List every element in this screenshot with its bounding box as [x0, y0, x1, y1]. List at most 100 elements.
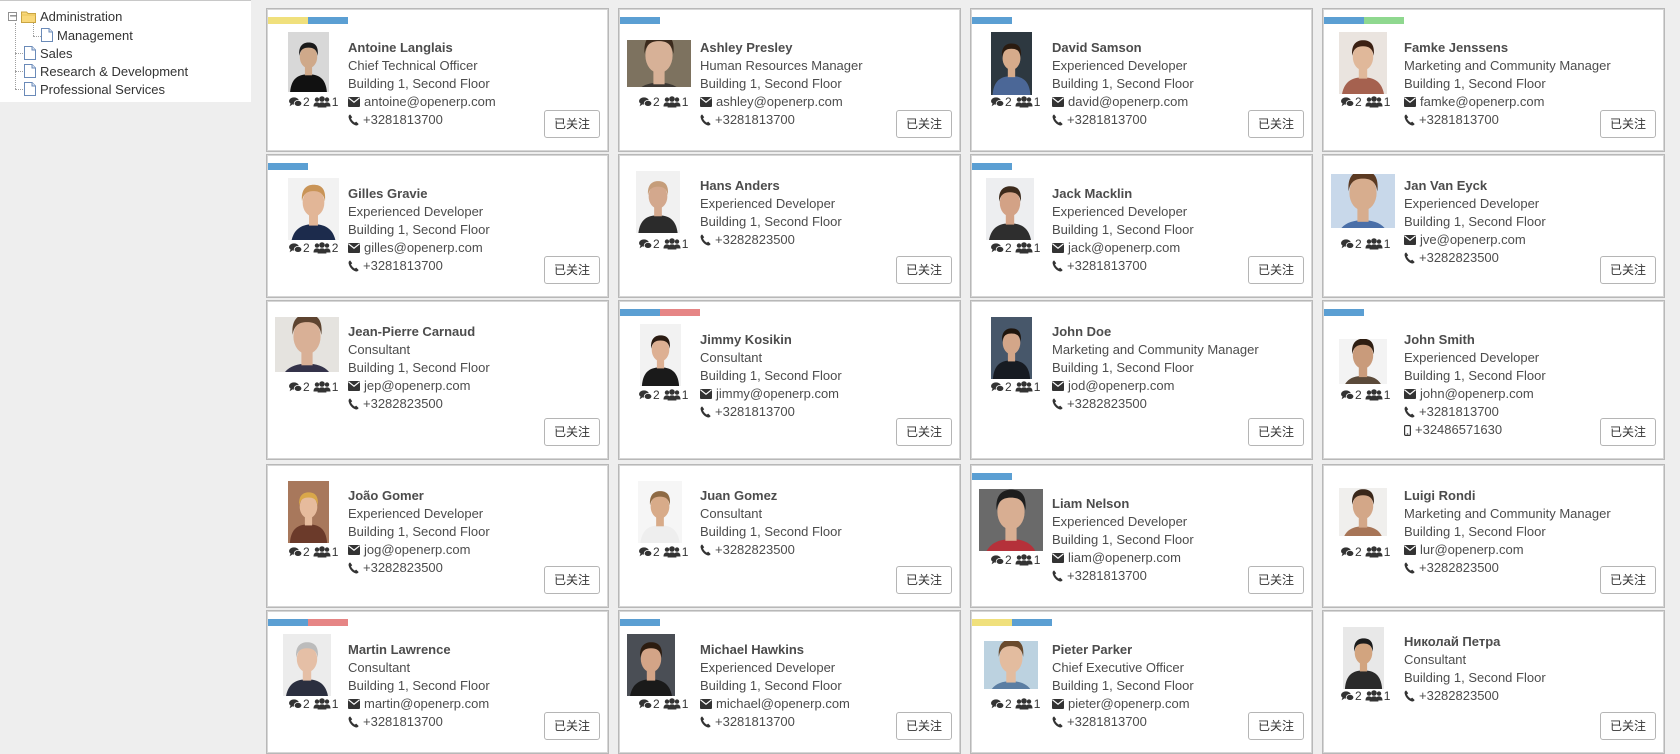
employee-card[interactable]: 2 1 Michael Hawkins Experienced Developer Bu…: [618, 610, 961, 754]
employee-card[interactable]: 2 1 Jan Van Eyck Experienced Developer Build…: [1322, 154, 1665, 298]
employee-card[interactable]: 2 1 Hans Anders Experienced Developer Buildi…: [618, 154, 961, 298]
employee-name[interactable]: Antoine Langlais: [348, 39, 496, 57]
employee-photo[interactable]: [288, 481, 329, 543]
follow-button[interactable]: 已关注: [896, 256, 952, 284]
category-tag-blue[interactable]: [620, 309, 660, 316]
employee-card[interactable]: 2 1 Liam Nelson Experienced Developer Buildi…: [970, 464, 1313, 608]
employee-photo[interactable]: [640, 324, 681, 386]
employee-name[interactable]: Jack Macklin: [1052, 185, 1194, 203]
follow-button[interactable]: 已关注: [1248, 256, 1304, 284]
employee-card[interactable]: 2 1 Николай Петра Consultant Building 1, Sec…: [1322, 610, 1665, 754]
follow-button[interactable]: 已关注: [544, 566, 600, 594]
follow-button[interactable]: 已关注: [1248, 712, 1304, 740]
employee-photo[interactable]: [627, 634, 675, 696]
employee-name[interactable]: Jean-Pierre Carnaud: [348, 323, 490, 341]
email-link[interactable]: jep@openerp.com: [364, 377, 470, 395]
employee-photo[interactable]: [1343, 627, 1384, 689]
employee-name[interactable]: Jimmy Kosikin: [700, 331, 842, 349]
category-tag-blue[interactable]: [1324, 309, 1364, 316]
category-tag-blue[interactable]: [620, 17, 660, 24]
employee-card[interactable]: 2 1 Jimmy Kosikin Consultant Building 1, Sec…: [618, 300, 961, 460]
follow-button[interactable]: 已关注: [544, 110, 600, 138]
employee-card[interactable]: 2 2 Gilles Gravie Experienced Developer Buil…: [266, 154, 609, 298]
employee-name[interactable]: Gilles Gravie: [348, 185, 490, 203]
email-link[interactable]: martin@openerp.com: [364, 695, 489, 713]
employee-photo[interactable]: [991, 317, 1032, 379]
email-link[interactable]: ashley@openerp.com: [716, 93, 843, 111]
follow-button[interactable]: 已关注: [544, 256, 600, 284]
employee-name[interactable]: Michael Hawkins: [700, 641, 850, 659]
employee-name[interactable]: Николай Петра: [1404, 633, 1546, 651]
employee-photo[interactable]: [636, 171, 680, 233]
follow-button[interactable]: 已关注: [544, 418, 600, 446]
employee-card[interactable]: 2 1 Jack Macklin Experienced Developer Build…: [970, 154, 1313, 298]
email-link[interactable]: pieter@openerp.com: [1068, 695, 1190, 713]
email-link[interactable]: jod@openerp.com: [1068, 377, 1174, 395]
employee-name[interactable]: Martin Lawrence: [348, 641, 490, 659]
follow-button[interactable]: 已关注: [544, 712, 600, 740]
email-link[interactable]: gilles@openerp.com: [364, 239, 483, 257]
employee-card[interactable]: 2 1 Antoine Langlais Chief Technical Office…: [266, 8, 609, 152]
category-tag-blue[interactable]: [268, 163, 308, 170]
employee-photo[interactable]: [986, 178, 1034, 240]
employee-photo[interactable]: [1339, 32, 1387, 94]
employee-photo[interactable]: [627, 40, 691, 87]
category-tag-blue[interactable]: [972, 17, 1012, 24]
employee-card[interactable]: 2 1 Luigi Rondi Marketing and Community Man…: [1322, 464, 1665, 608]
email-link[interactable]: liam@openerp.com: [1068, 549, 1181, 567]
follow-button[interactable]: 已关注: [1248, 418, 1304, 446]
tree-node-professional-services[interactable]: Professional Services: [24, 80, 165, 98]
employee-name[interactable]: Jan Van Eyck: [1404, 177, 1546, 195]
email-link[interactable]: lur@openerp.com: [1420, 541, 1524, 559]
follow-button[interactable]: 已关注: [896, 110, 952, 138]
category-tag-red[interactable]: [308, 619, 348, 626]
follow-button[interactable]: 已关注: [896, 712, 952, 740]
employee-photo[interactable]: [283, 634, 331, 696]
employee-photo[interactable]: [991, 32, 1032, 95]
category-tag-blue[interactable]: [1324, 17, 1364, 24]
employee-name[interactable]: David Samson: [1052, 39, 1194, 57]
category-tag-green[interactable]: [1364, 17, 1404, 24]
employee-card[interactable]: 2 1 Ashley Presley Human Resources Manager B…: [618, 8, 961, 152]
email-link[interactable]: antoine@openerp.com: [364, 93, 496, 111]
category-tag-blue[interactable]: [620, 619, 660, 626]
email-link[interactable]: famke@openerp.com: [1420, 93, 1544, 111]
category-tag-blue[interactable]: [1012, 619, 1052, 626]
email-link[interactable]: jimmy@openerp.com: [716, 385, 839, 403]
tree-node-management[interactable]: Management: [41, 26, 133, 44]
employee-card[interactable]: 2 1 Martin Lawrence Consultant Building 1, S…: [266, 610, 609, 754]
follow-button[interactable]: 已关注: [1600, 566, 1656, 594]
tree-node-sales[interactable]: Sales: [24, 44, 73, 62]
employee-name[interactable]: John Smith: [1404, 331, 1546, 349]
employee-card[interactable]: 2 1 Jean-Pierre Carnaud Consultant Building …: [266, 300, 609, 460]
employee-name[interactable]: John Doe: [1052, 323, 1259, 341]
employee-photo[interactable]: [288, 178, 339, 240]
employee-photo[interactable]: [638, 481, 682, 543]
employee-photo[interactable]: [984, 641, 1038, 689]
employee-card[interactable]: 2 1 Juan Gomez Consultant Building 1, Second…: [618, 464, 961, 608]
category-tag-red[interactable]: [660, 309, 700, 316]
employee-photo[interactable]: [275, 317, 339, 372]
employee-name[interactable]: Juan Gomez: [700, 487, 842, 505]
follow-button[interactable]: 已关注: [1600, 110, 1656, 138]
employee-name[interactable]: Ashley Presley: [700, 39, 863, 57]
follow-button[interactable]: 已关注: [1600, 256, 1656, 284]
employee-card[interactable]: 2 1 David Samson Experienced Developer Build…: [970, 8, 1313, 152]
follow-button[interactable]: 已关注: [1248, 110, 1304, 138]
category-tag-blue[interactable]: [268, 619, 308, 626]
collapse-toggle-icon[interactable]: −: [8, 11, 17, 21]
employee-photo[interactable]: [1331, 174, 1395, 228]
email-link[interactable]: david@openerp.com: [1068, 93, 1188, 111]
follow-button[interactable]: 已关注: [1600, 712, 1656, 740]
follow-button[interactable]: 已关注: [1248, 566, 1304, 594]
employee-card[interactable]: 2 1 John Doe Marketing and Community Manage…: [970, 300, 1313, 460]
employee-card[interactable]: 2 1 Pieter Parker Chief Executive Officer Bu…: [970, 610, 1313, 754]
email-link[interactable]: jack@openerp.com: [1068, 239, 1180, 257]
employee-name[interactable]: Pieter Parker: [1052, 641, 1194, 659]
category-tag-blue[interactable]: [972, 163, 1012, 170]
follow-button[interactable]: 已关注: [896, 418, 952, 446]
employee-name[interactable]: Liam Nelson: [1052, 495, 1194, 513]
employee-photo[interactable]: [288, 32, 329, 92]
employee-card[interactable]: 2 1 João Gomer Experienced Developer Buildin…: [266, 464, 609, 608]
email-link[interactable]: jve@openerp.com: [1420, 231, 1526, 249]
